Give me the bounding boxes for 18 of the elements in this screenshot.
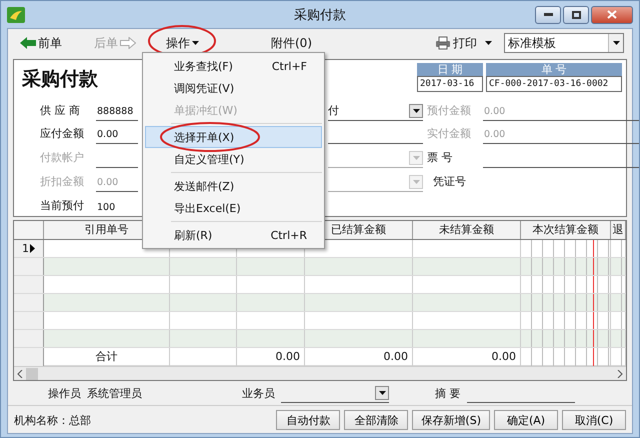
operator-value: 系统管理员 [87, 386, 142, 400]
field-label: 预付金额 [426, 102, 472, 119]
window-title: 采购付款 [293, 6, 347, 24]
field-label: 实付金额 [426, 126, 472, 142]
field-label: 凭证号 [432, 174, 467, 190]
number-label: 单 号 [486, 63, 622, 76]
organization-name: 机构名称：总部 [14, 412, 91, 428]
form-title: 采购付款 [22, 67, 98, 92]
field-label: 付款帐户 [40, 150, 85, 166]
field-label: 折扣金额 [40, 174, 85, 190]
field-label: 当前预付 [40, 198, 85, 214]
date-label: 日 期 [417, 63, 483, 76]
field-label: 票 号 [426, 150, 454, 166]
field-label: 应付金额 [40, 126, 85, 142]
operator-label: 操作员 [48, 386, 81, 400]
field-label: 供 应 商 [40, 102, 81, 119]
salesperson-label: 业务员 [242, 386, 275, 400]
summary-label: 摘 要 [435, 386, 460, 400]
